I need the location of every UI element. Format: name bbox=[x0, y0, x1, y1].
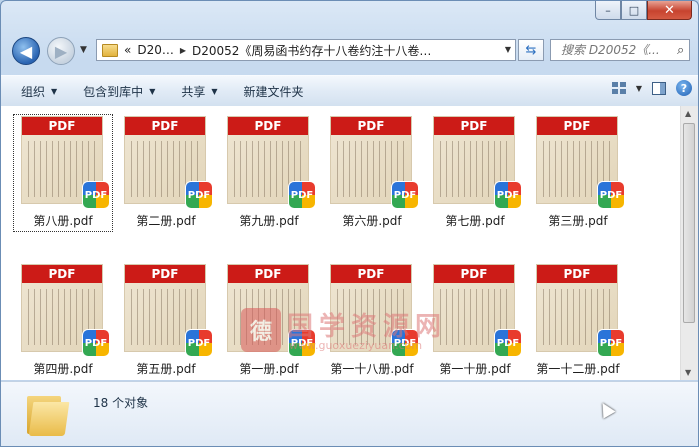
change-view-icon[interactable] bbox=[611, 82, 626, 94]
file-name[interactable]: 第一十二册.pdf bbox=[524, 360, 632, 377]
pdf-badge: PDF bbox=[331, 117, 411, 135]
pdf-app-icon: PDF bbox=[186, 330, 212, 356]
chevron-down-icon: ▼ bbox=[51, 86, 58, 96]
breadcrumb-segment-current[interactable]: D20052《周易函书约存十八卷约注十八卷… bbox=[192, 42, 431, 59]
file-grid: PDF PDF 第八册.pdf PDF PDF 第二册.pdf PDF PDF 第九册.pdf P… bbox=[13, 114, 631, 410]
file-item[interactable]: PDF PDF 第一册.pdf bbox=[219, 262, 319, 380]
file-item[interactable]: PDF PDF 第一十二册.pdf bbox=[528, 262, 628, 380]
pdf-badge: PDF bbox=[434, 117, 514, 135]
scroll-up-arrow-icon[interactable]: ▲ bbox=[685, 109, 691, 118]
pdf-badge: PDF bbox=[125, 117, 205, 135]
file-item[interactable]: PDF PDF 第六册.pdf bbox=[322, 114, 422, 232]
refresh-icon: ⇆ bbox=[525, 42, 537, 58]
search-box[interactable]: ⌕ bbox=[550, 39, 690, 61]
file-item[interactable]: PDF PDF 第七册.pdf bbox=[425, 114, 525, 232]
share-menu[interactable]: 共享 ▼ bbox=[181, 83, 217, 100]
scrollbar-thumb[interactable] bbox=[683, 123, 695, 323]
chevron-down-icon: ▼ bbox=[211, 86, 218, 96]
details-pane: 18 个对象 bbox=[1, 381, 698, 446]
file-item[interactable]: PDF PDF 第九册.pdf bbox=[219, 114, 319, 232]
toolbar-right-group: ▼ ? bbox=[611, 80, 692, 96]
pdf-app-icon: PDF bbox=[598, 330, 624, 356]
folder-icon bbox=[27, 392, 70, 436]
pdf-app-icon: PDF bbox=[392, 182, 418, 208]
pdf-app-icon: PDF bbox=[392, 330, 418, 356]
address-dropdown-icon[interactable]: ▼ bbox=[505, 45, 511, 54]
pdf-app-icon: PDF bbox=[495, 330, 521, 356]
scroll-down-arrow-icon[interactable]: ▼ bbox=[685, 368, 691, 377]
pdf-app-icon: PDF bbox=[598, 182, 624, 208]
back-button[interactable]: ◀ bbox=[12, 37, 40, 65]
pdf-badge: PDF bbox=[537, 117, 617, 135]
pdf-badge: PDF bbox=[125, 265, 205, 283]
file-name[interactable]: 第一册.pdf bbox=[215, 360, 323, 377]
item-count: 18 个对象 bbox=[93, 396, 149, 410]
organize-label: 组织 bbox=[21, 84, 46, 99]
pdf-app-icon: PDF bbox=[289, 330, 315, 356]
share-label: 共享 bbox=[181, 84, 206, 99]
file-name[interactable]: 第七册.pdf bbox=[421, 212, 529, 229]
file-item[interactable]: PDF PDF 第二册.pdf bbox=[116, 114, 216, 232]
file-list-pane[interactable]: PDF PDF 第八册.pdf PDF PDF 第二册.pdf PDF PDF 第九册.pdf P… bbox=[1, 106, 681, 380]
file-name[interactable]: 第一十册.pdf bbox=[421, 360, 529, 377]
navigation-bar: ◀ ▶ ▼ « D20… ▶ D20052《周易函书约存十八卷约注十八卷… ▼ … bbox=[1, 33, 698, 73]
minimize-button[interactable]: – bbox=[595, 1, 621, 20]
explorer-window: – □ ✕ ◀ ▶ ▼ « D20… ▶ D20052《周易函书约存十八卷约注十… bbox=[0, 0, 699, 447]
pdf-app-icon: PDF bbox=[186, 182, 212, 208]
breadcrumb-arrow-icon[interactable]: ▶ bbox=[180, 46, 186, 55]
address-overflow-chevron[interactable]: « bbox=[124, 43, 131, 57]
pdf-badge: PDF bbox=[22, 265, 102, 283]
new-folder-label: 新建文件夹 bbox=[243, 84, 304, 99]
file-name[interactable]: 第九册.pdf bbox=[215, 212, 323, 229]
pdf-app-icon: PDF bbox=[289, 182, 315, 208]
command-bar: 组织 ▼ 包含到库中 ▼ 共享 ▼ 新建文件夹 ▼ ? bbox=[1, 75, 698, 107]
pdf-badge: PDF bbox=[331, 265, 411, 283]
pdf-badge: PDF bbox=[228, 265, 308, 283]
file-name[interactable]: 第二册.pdf bbox=[112, 212, 220, 229]
file-name[interactable]: 第一十八册.pdf bbox=[318, 360, 426, 377]
maximize-button[interactable]: □ bbox=[621, 1, 647, 20]
pdf-badge: PDF bbox=[434, 265, 514, 283]
pdf-app-icon: PDF bbox=[83, 182, 109, 208]
close-button[interactable]: ✕ bbox=[647, 1, 692, 20]
include-in-library-menu[interactable]: 包含到库中 ▼ bbox=[83, 83, 155, 100]
caption-buttons: – □ ✕ bbox=[595, 1, 692, 20]
include-in-library-label: 包含到库中 bbox=[83, 84, 144, 99]
vertical-scrollbar[interactable]: ▲ ▼ bbox=[680, 106, 698, 380]
search-input[interactable] bbox=[551, 42, 673, 58]
pdf-badge: PDF bbox=[22, 117, 102, 135]
file-item[interactable]: PDF PDF 第一十八册.pdf bbox=[322, 262, 422, 380]
breadcrumb-segment-parent[interactable]: D20… bbox=[137, 43, 174, 57]
search-icon[interactable]: ⌕ bbox=[677, 43, 684, 58]
file-item[interactable]: PDF PDF 第三册.pdf bbox=[528, 114, 628, 232]
pdf-app-icon: PDF bbox=[495, 182, 521, 208]
chevron-down-icon: ▼ bbox=[149, 86, 156, 96]
file-name[interactable]: 第六册.pdf bbox=[318, 212, 426, 229]
file-item[interactable]: PDF PDF 第五册.pdf bbox=[116, 262, 216, 380]
recent-pages-dropdown-icon[interactable]: ▼ bbox=[80, 45, 87, 55]
file-name[interactable]: 第四册.pdf bbox=[9, 360, 117, 377]
folder-icon bbox=[102, 43, 118, 57]
organize-menu[interactable]: 组织 ▼ bbox=[21, 83, 57, 100]
file-name[interactable]: 第三册.pdf bbox=[524, 212, 632, 229]
file-item[interactable]: PDF PDF 第八册.pdf bbox=[13, 114, 113, 232]
file-name[interactable]: 第五册.pdf bbox=[112, 360, 220, 377]
refresh-button[interactable]: ⇆ bbox=[518, 39, 544, 61]
preview-pane-icon[interactable] bbox=[652, 81, 666, 95]
address-bar[interactable]: « D20… ▶ D20052《周易函书约存十八卷约注十八卷… ▼ bbox=[96, 39, 516, 61]
file-item[interactable]: PDF PDF 第一十册.pdf bbox=[425, 262, 525, 380]
new-folder-button[interactable]: 新建文件夹 bbox=[244, 83, 304, 100]
pdf-badge: PDF bbox=[228, 117, 308, 135]
pdf-app-icon: PDF bbox=[83, 330, 109, 356]
forward-button[interactable]: ▶ bbox=[47, 37, 75, 65]
file-item[interactable]: PDF PDF 第四册.pdf bbox=[13, 262, 113, 380]
help-button[interactable]: ? bbox=[676, 80, 692, 96]
view-options-dropdown-icon[interactable]: ▼ bbox=[636, 84, 642, 93]
file-name[interactable]: 第八册.pdf bbox=[9, 212, 117, 229]
pdf-badge: PDF bbox=[537, 265, 617, 283]
